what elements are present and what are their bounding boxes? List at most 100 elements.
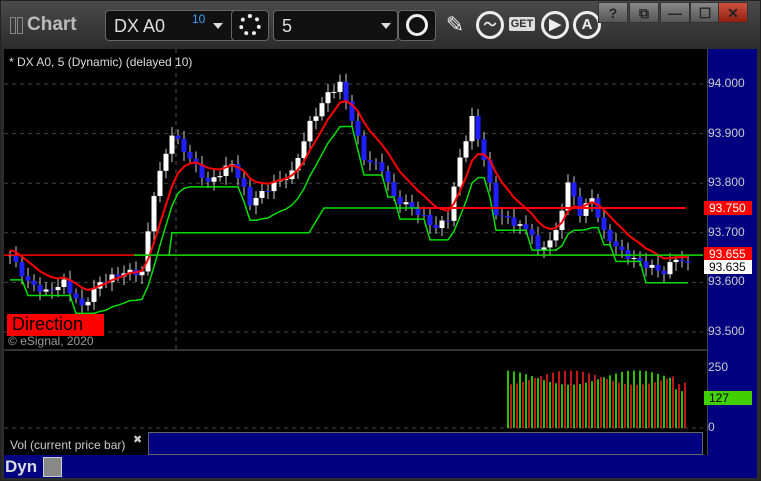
candle-body xyxy=(661,270,667,275)
draw-pencil-icon[interactable]: ✎ xyxy=(441,11,469,39)
direction-label: Direction xyxy=(7,314,104,336)
candle-body xyxy=(73,293,79,299)
play-icon[interactable]: ▶ xyxy=(541,11,569,39)
candle-body xyxy=(163,153,169,171)
candle-body xyxy=(37,285,43,292)
candle-body xyxy=(523,224,529,230)
candle-body xyxy=(253,197,259,206)
candle-body xyxy=(169,135,175,154)
candle-body xyxy=(391,182,397,197)
candle-body xyxy=(685,261,691,263)
candle-body xyxy=(619,246,625,251)
help-button[interactable]: ? xyxy=(598,2,628,23)
candle-body xyxy=(517,224,523,226)
candle-body xyxy=(151,196,157,232)
candle-body xyxy=(313,116,319,121)
candle-body xyxy=(337,81,343,92)
candle-body xyxy=(445,220,451,222)
candle-body xyxy=(553,230,559,241)
candle-body xyxy=(13,255,19,262)
candle-body xyxy=(631,257,637,259)
candle-body xyxy=(187,152,193,159)
candle-body xyxy=(571,182,577,197)
price-tick-label: 94.000 xyxy=(708,76,745,90)
volume-study-label[interactable]: Vol (current price bar) xyxy=(10,438,125,452)
candle-body xyxy=(385,171,391,183)
window-title[interactable]: Chart xyxy=(10,14,77,36)
interval-value: 5 xyxy=(282,16,293,36)
candle-body xyxy=(205,177,211,182)
candle-body xyxy=(265,191,271,193)
candle-body xyxy=(649,264,655,268)
symbol-value: DX A0 xyxy=(114,16,166,36)
candle-body xyxy=(259,191,265,198)
candle-body xyxy=(355,120,361,136)
candle-body xyxy=(307,120,313,142)
candle-body xyxy=(181,138,187,153)
candle-body xyxy=(469,115,475,142)
candle-body xyxy=(439,220,445,229)
lock-icon[interactable] xyxy=(43,457,62,477)
candle-body xyxy=(403,202,409,205)
chevron-down-icon[interactable] xyxy=(381,23,391,29)
candle-body xyxy=(415,208,421,215)
close-study-icon[interactable]: ✖ xyxy=(133,433,142,446)
candle-body xyxy=(43,289,49,292)
candle-body xyxy=(547,240,553,248)
price-tick-label: 93.800 xyxy=(708,175,745,190)
candle-body xyxy=(331,91,337,93)
minimize-button[interactable]: — xyxy=(660,2,690,23)
price-tick-label: 93.900 xyxy=(708,125,745,140)
copyright: © eSignal, 2020 xyxy=(8,334,94,348)
volume-tick-label: 0 xyxy=(708,420,715,434)
candle-body xyxy=(643,261,649,268)
price-tick-label: 93.600 xyxy=(708,274,745,289)
candle-body xyxy=(565,182,571,211)
candle-body xyxy=(421,214,427,216)
candle-body xyxy=(397,196,403,205)
grip-icon xyxy=(10,16,16,34)
candle-body xyxy=(493,182,499,216)
candle-body xyxy=(373,162,379,164)
chevron-down-icon[interactable] xyxy=(213,23,223,29)
symbol-settings-button[interactable] xyxy=(231,10,269,41)
candle-body xyxy=(367,160,373,163)
studies-icon[interactable]: 〜 xyxy=(476,11,504,39)
interval-input[interactable]: 5 xyxy=(273,10,398,41)
chart-area[interactable] xyxy=(4,49,757,478)
close-button[interactable]: ✕ xyxy=(718,2,748,23)
window-title-text: Chart xyxy=(27,14,77,35)
dyn-label: Dyn xyxy=(5,457,38,476)
candle-body xyxy=(427,214,433,225)
maximize-button[interactable]: ☐ xyxy=(690,2,720,23)
candle-body xyxy=(49,289,55,291)
clock-icon xyxy=(406,14,428,36)
candle-body xyxy=(325,92,331,104)
interval-menu-button[interactable] xyxy=(398,10,436,41)
candle-body xyxy=(505,215,511,218)
level-price-tag: 93.750 xyxy=(704,201,752,215)
candle-body xyxy=(217,176,223,178)
link-button[interactable]: ⧉ xyxy=(629,2,659,23)
time-axis[interactable] xyxy=(4,455,757,478)
volume-label-bar xyxy=(148,432,703,455)
candle-body xyxy=(667,262,673,275)
candle-body xyxy=(601,217,607,230)
candle-body xyxy=(55,286,61,291)
candle-body xyxy=(511,217,517,226)
last-price-tag: 93.635 xyxy=(704,260,752,275)
candle-body xyxy=(145,231,151,272)
candle-body xyxy=(463,141,469,158)
get-data-button[interactable]: GET xyxy=(508,17,536,31)
candle-body xyxy=(61,279,67,287)
delay-badge: 10 xyxy=(192,12,206,26)
candle-body xyxy=(241,178,247,187)
alert-icon[interactable]: A xyxy=(573,11,601,39)
candle-body xyxy=(457,157,463,187)
candle-body xyxy=(211,177,217,182)
candle-body xyxy=(31,280,37,286)
candle-body xyxy=(85,301,91,306)
candle-body xyxy=(607,229,613,242)
candle-body xyxy=(379,162,385,172)
candle-body xyxy=(91,288,97,302)
